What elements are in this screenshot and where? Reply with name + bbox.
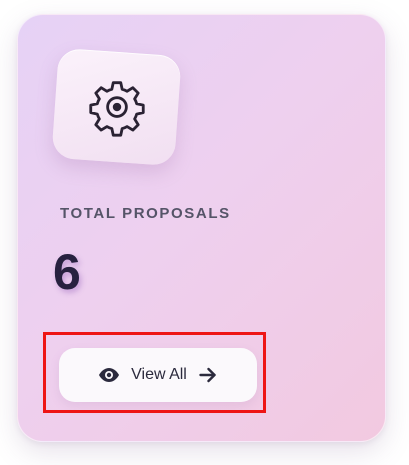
eye-icon [99,368,120,382]
total-proposals-card: TOTAL PROPOSALS 6 View All [17,14,386,442]
arrow-right-icon [199,367,217,383]
card-title: TOTAL PROPOSALS [60,205,231,222]
icon-tile [51,47,182,167]
view-all-button[interactable]: View All [59,348,257,402]
page: TOTAL PROPOSALS 6 View All [0,0,409,465]
view-all-label: View All [131,366,187,383]
proposal-count: 6 [53,244,81,300]
gear-icon [88,81,145,137]
